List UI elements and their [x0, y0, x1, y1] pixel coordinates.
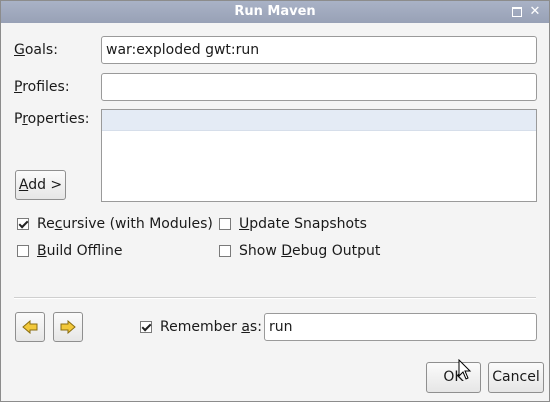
properties-label-rest: operties:	[27, 111, 90, 127]
goals-label-rest: oals:	[24, 42, 58, 58]
goals-label: Goals:	[14, 42, 58, 58]
update-snapshots-label: Update Snapshots	[239, 216, 367, 232]
goals-input[interactable]: war:exploded gwt:run	[101, 36, 537, 64]
separator	[14, 297, 536, 299]
profiles-input[interactable]	[101, 73, 537, 101]
build-offline-checkbox[interactable]: Build Offline	[17, 243, 123, 259]
add-label-rest: dd >	[28, 177, 63, 193]
profiles-label-rest: rofiles:	[22, 79, 70, 95]
update-snapshots-checkbox[interactable]: Update Snapshots	[219, 216, 367, 232]
maximize-icon[interactable]	[511, 6, 523, 18]
add-mnemonic: A	[18, 177, 29, 193]
mouse-cursor-icon	[458, 359, 472, 380]
next-button[interactable]	[53, 312, 83, 342]
show-debug-label: Show Debug Output	[239, 243, 381, 259]
recursive-checkbox-box[interactable]	[17, 218, 29, 230]
build-offline-box[interactable]	[17, 245, 29, 257]
properties-label: Properties:	[14, 111, 89, 127]
goals-mnemonic: G	[14, 42, 25, 58]
run-maven-dialog: Run Maven ✕ Goals: war:exploded gwt:run …	[0, 0, 550, 402]
recursive-checkbox[interactable]: Recursive (with Modules)	[17, 216, 213, 232]
update-snapshots-box[interactable]	[219, 218, 231, 230]
properties-table[interactable]	[101, 109, 537, 202]
close-icon[interactable]: ✕	[529, 5, 541, 18]
profiles-mnemonic: P	[14, 79, 23, 95]
window-title: Run Maven	[234, 4, 316, 19]
show-debug-box[interactable]	[219, 245, 231, 257]
properties-label-start: P	[14, 111, 23, 127]
profiles-label: Profiles:	[14, 79, 70, 95]
show-debug-checkbox[interactable]: Show Debug Output	[219, 243, 380, 259]
recursive-label: Recursive (with Modules)	[37, 216, 213, 232]
previous-button[interactable]	[15, 312, 45, 342]
remember-checkbox[interactable]: Remember as:	[140, 319, 262, 335]
remember-as-input[interactable]: run	[264, 313, 537, 341]
arrow-left-icon	[22, 320, 38, 334]
ok-button[interactable]: OK	[426, 362, 481, 393]
arrow-right-icon	[60, 320, 76, 334]
add-property-button[interactable]: Add >	[15, 170, 66, 200]
title-bar[interactable]: Run Maven ✕	[1, 1, 549, 23]
remember-checkbox-box[interactable]	[140, 321, 152, 333]
cancel-button[interactable]: Cancel	[488, 362, 544, 393]
remember-label: Remember as:	[160, 319, 262, 335]
build-offline-label: Build Offline	[37, 243, 123, 259]
properties-row[interactable]	[102, 110, 536, 131]
